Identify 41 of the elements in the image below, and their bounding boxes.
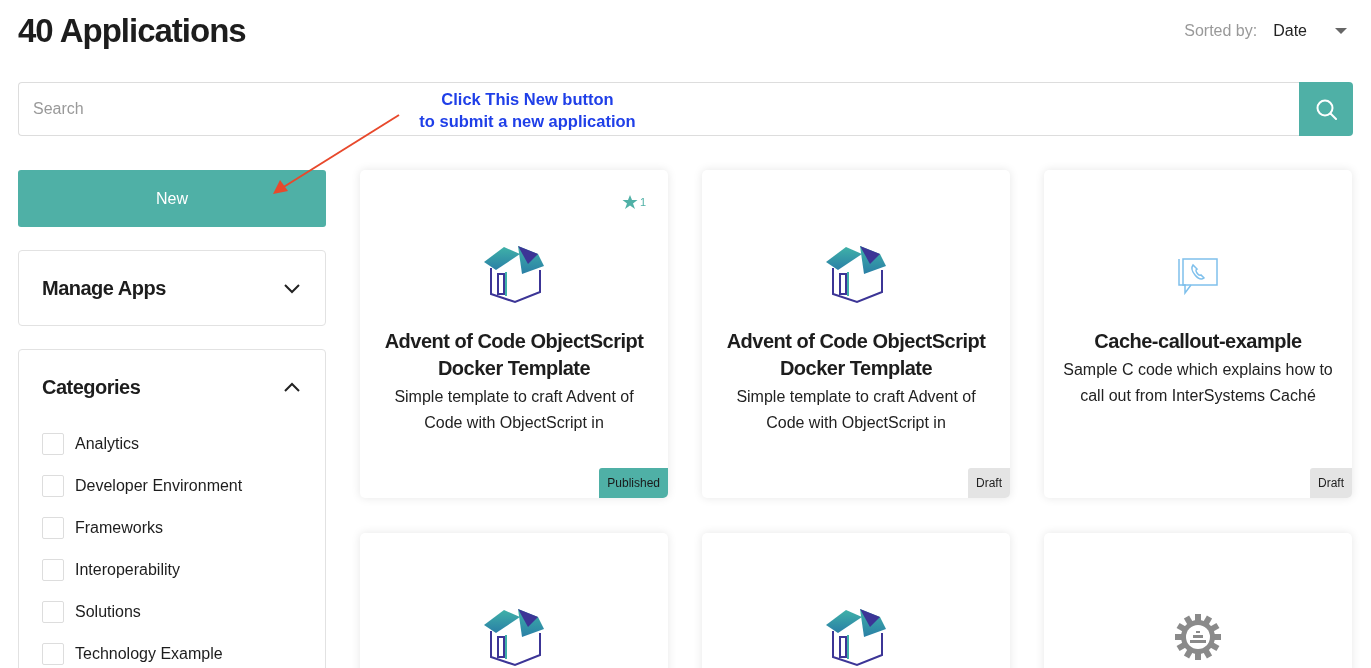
star-count: 1	[639, 195, 646, 210]
app-description: Sample C code which explains how to call out from InterSystems Caché	[1062, 360, 1334, 406]
category-label: Technology Example	[75, 644, 223, 664]
app-description: Simple template to craft Advent of Code with ObjectScript in	[393, 387, 635, 433]
checkbox[interactable]	[42, 559, 64, 581]
status-tag: Draft	[968, 468, 1010, 498]
category-label: Developer Environment	[75, 476, 243, 496]
app-card[interactable]: 1 Advent of Code ObjectScript Docker Template Simple template to craft Advent of Code with ObjectScript in Published	[360, 170, 668, 498]
app-card[interactable]: Advent of Code ObjectScript Docker Template Simple template to craft Advent of Code with ObjectScript in Draft	[702, 170, 1010, 498]
box-icon	[482, 244, 546, 304]
box-icon	[824, 244, 888, 304]
page-title: 40 Applications	[18, 11, 246, 51]
app-title: Advent of Code ObjectScript Docker Template	[383, 329, 645, 381]
caret-icon	[1335, 28, 1347, 34]
checkbox[interactable]	[42, 643, 64, 665]
status-tag: Published	[599, 468, 668, 498]
category-label: Interoperability	[75, 560, 180, 580]
search-button[interactable]	[1299, 82, 1353, 136]
star-icon	[621, 194, 638, 211]
annotation-line: to submit a new application	[418, 111, 637, 132]
app-title: Cache-callout-example	[1094, 329, 1302, 354]
annotation-line: Click This New button	[440, 89, 615, 110]
checkbox[interactable]	[42, 601, 64, 623]
gear-icon	[1174, 613, 1222, 661]
category-label: Frameworks	[75, 518, 163, 538]
app-title: Advent of Code ObjectScript Docker Template	[725, 329, 987, 381]
status-tag: Draft	[1310, 468, 1352, 498]
box-icon	[824, 607, 888, 667]
panel-title: Categories	[42, 375, 141, 400]
app-card[interactable]: Cache-callout-example Sample C code which explains how to call out from InterSystems Caché Draft	[1044, 170, 1352, 498]
category-label: Solutions	[75, 602, 141, 622]
panel-title: Manage Apps	[42, 276, 166, 301]
category-label: Analytics	[75, 434, 140, 454]
search-icon	[1315, 98, 1337, 120]
checkbox[interactable]	[42, 433, 64, 455]
checkbox[interactable]	[42, 517, 64, 539]
app-description: Simple template to craft Advent of Code with ObjectScript in	[735, 387, 977, 433]
box-icon	[482, 607, 546, 667]
sort-dropdown[interactable]: Date	[1273, 19, 1347, 43]
sort-label: Sorted by:	[1184, 21, 1258, 41]
checkbox[interactable]	[42, 475, 64, 497]
